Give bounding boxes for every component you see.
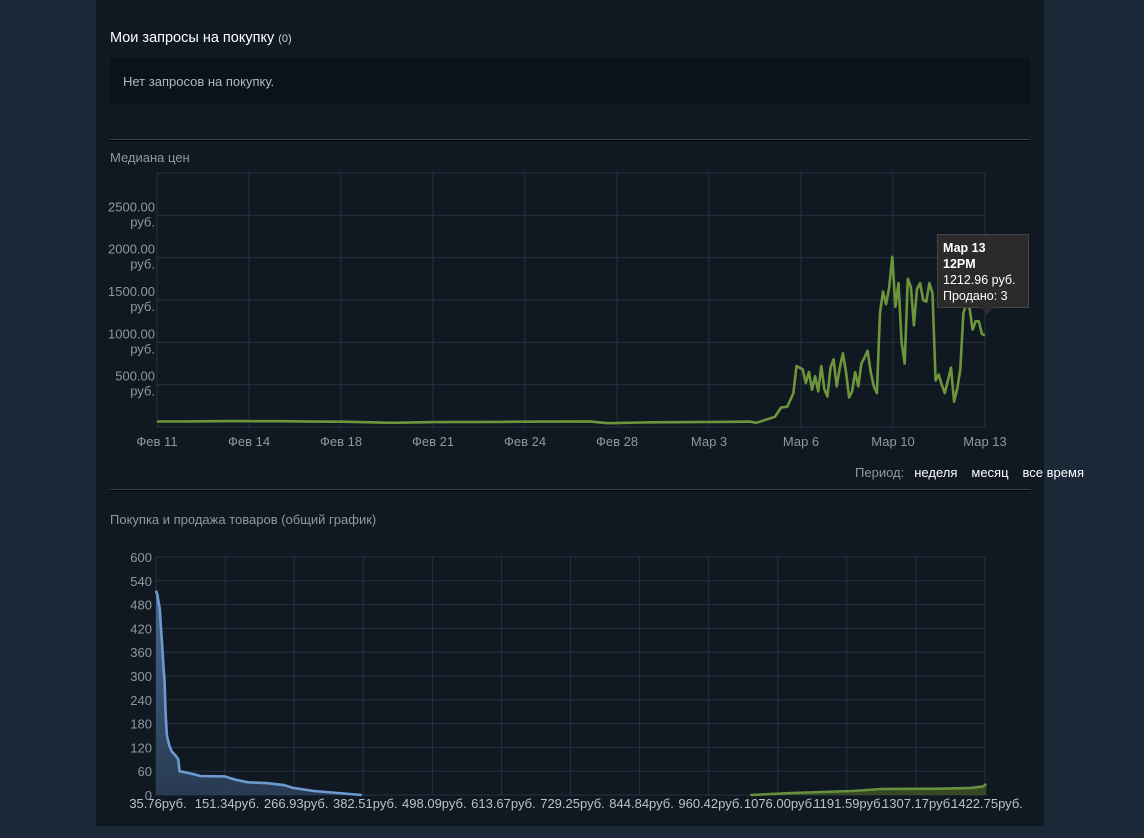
- orders-y-tick-label: 0: [145, 788, 152, 803]
- period-month-link[interactable]: месяц: [971, 465, 1008, 480]
- orders-x-tick-label: 1307.17руб.: [882, 796, 954, 811]
- order-book-chart[interactable]: 35.76руб. 151.34руб. 266.93руб. 382.51руб. 4…: [0, 0, 1144, 838]
- period-week-link[interactable]: неделя: [914, 465, 957, 480]
- period-all-time-link[interactable]: все время: [1023, 465, 1084, 480]
- orders-x-tick-label: 960.42руб.: [678, 796, 743, 811]
- period-selector: Период: неделя месяц все время: [855, 465, 1084, 480]
- tooltip-price: 1212.96 руб.: [943, 273, 1016, 287]
- orders-x-tick-label: 729.25руб.: [540, 796, 605, 811]
- orders-y-tick-label: 600: [130, 550, 152, 565]
- orders-y-tick-label: 480: [130, 598, 152, 613]
- orders-y-tick-label: 240: [130, 693, 152, 708]
- orders-y-tick-label: 60: [138, 764, 152, 779]
- orders-x-tick-label: 1422.75руб.: [951, 796, 1023, 811]
- orders-x-tick-label: 613.67руб.: [471, 796, 536, 811]
- orders-y-tick-label: 180: [130, 717, 152, 732]
- orders-x-tick-label: 266.93руб.: [264, 796, 329, 811]
- orders-y-tick-label: 300: [130, 669, 152, 684]
- orders-x-tick-label: 1191.59руб.: [813, 796, 884, 811]
- orders-y-tick-label: 120: [130, 740, 152, 755]
- orders-x-tick-label: 151.34руб.: [195, 796, 260, 811]
- orders-x-tick-label: 498.09руб.: [402, 796, 467, 811]
- buy-orders-line: [154, 590, 362, 797]
- period-label: Период:: [855, 465, 905, 480]
- orders-x-tick-label: 382.51руб.: [333, 796, 398, 811]
- price-tooltip: Мар 13 12PM 1212.96 руб. Продано: 3: [937, 234, 1029, 315]
- orders-x-tick-label: 844.84руб.: [609, 796, 674, 811]
- orders-x-tick-label: 1076.00руб.: [744, 796, 816, 811]
- tooltip-date: Мар 13: [943, 241, 986, 255]
- orders-x-tick-label: 35.76руб.: [129, 796, 186, 811]
- orders-y-tick-label: 360: [130, 645, 152, 660]
- buy-orders-area: [156, 590, 362, 795]
- orders-y-tick-label: 540: [130, 574, 152, 589]
- orders-y-tick-label: 420: [130, 621, 152, 636]
- tooltip-time: 12PM: [943, 257, 976, 271]
- tooltip-sold: Продано: 3: [943, 289, 1008, 303]
